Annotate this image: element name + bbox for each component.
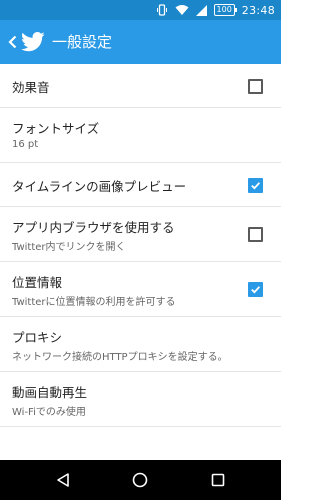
setting-font-size[interactable]: フォントサイズ 16 pt [0, 108, 281, 163]
setting-label: フォントサイズ [12, 121, 100, 136]
location-checkbox[interactable] [248, 282, 263, 297]
check-icon [251, 181, 261, 189]
setting-label: タイムラインの画像プレビュー [12, 179, 187, 194]
status-icons: 100 23:48 [156, 0, 275, 20]
setting-video-autoplay[interactable]: 動画自動再生 Wi-Fiでのみ使用 [0, 372, 281, 427]
setting-proxy[interactable]: プロキシ ネットワーク接続のHTTPプロキシを設定する。 [0, 317, 281, 372]
sound-effects-checkbox[interactable] [248, 78, 263, 94]
setting-label: アプリ内ブラウザを使用する [12, 220, 175, 235]
clock: 23:48 [241, 3, 275, 17]
settings-list: 効果音 フォントサイズ 16 pt タイムラインの画像プレビュー アプリ内ブラウ… [0, 64, 281, 427]
back-button[interactable] [5, 31, 19, 53]
vibrate-icon [156, 4, 167, 16]
image-preview-checkbox[interactable] [248, 177, 263, 193]
setting-description: Twitterに位置情報の利用を許可する [12, 297, 176, 308]
home-circle-icon[interactable] [132, 472, 148, 488]
status-bar: 100 23:48 [0, 0, 281, 20]
setting-timeline-image-preview[interactable]: タイムラインの画像プレビュー [0, 163, 281, 207]
setting-label: 位置情報 [12, 275, 63, 290]
chevron-left-icon [7, 35, 16, 49]
wifi-icon [175, 5, 189, 15]
setting-location[interactable]: 位置情報 Twitterに位置情報の利用を許可する [0, 262, 281, 317]
in-app-browser-checkbox[interactable] [248, 227, 263, 242]
setting-value: Wi-Fiでのみ使用 [12, 407, 86, 418]
setting-sound-effects[interactable]: 効果音 [0, 64, 281, 108]
setting-label: 効果音 [12, 80, 50, 95]
battery-icon: 100 [213, 4, 238, 16]
signal-icon [195, 4, 207, 16]
twitter-bird-icon[interactable] [21, 32, 45, 52]
setting-value: 16 pt [12, 139, 39, 150]
page-title: 一般設定 [52, 33, 113, 51]
setting-in-app-browser[interactable]: アプリ内ブラウザを使用する Twitter内でリンクを開く [0, 207, 281, 262]
recents-square-icon[interactable] [210, 472, 226, 488]
setting-description: ネットワーク接続のHTTPプロキシを設定する。 [12, 352, 228, 363]
navigation-bar [0, 460, 281, 500]
app-bar: 一般設定 [0, 20, 281, 64]
setting-description: Twitter内でリンクを開く [12, 242, 126, 253]
setting-label: プロキシ [12, 330, 63, 345]
setting-label: 動画自動再生 [12, 385, 88, 400]
back-triangle-icon[interactable] [55, 472, 71, 488]
check-icon [251, 286, 261, 294]
